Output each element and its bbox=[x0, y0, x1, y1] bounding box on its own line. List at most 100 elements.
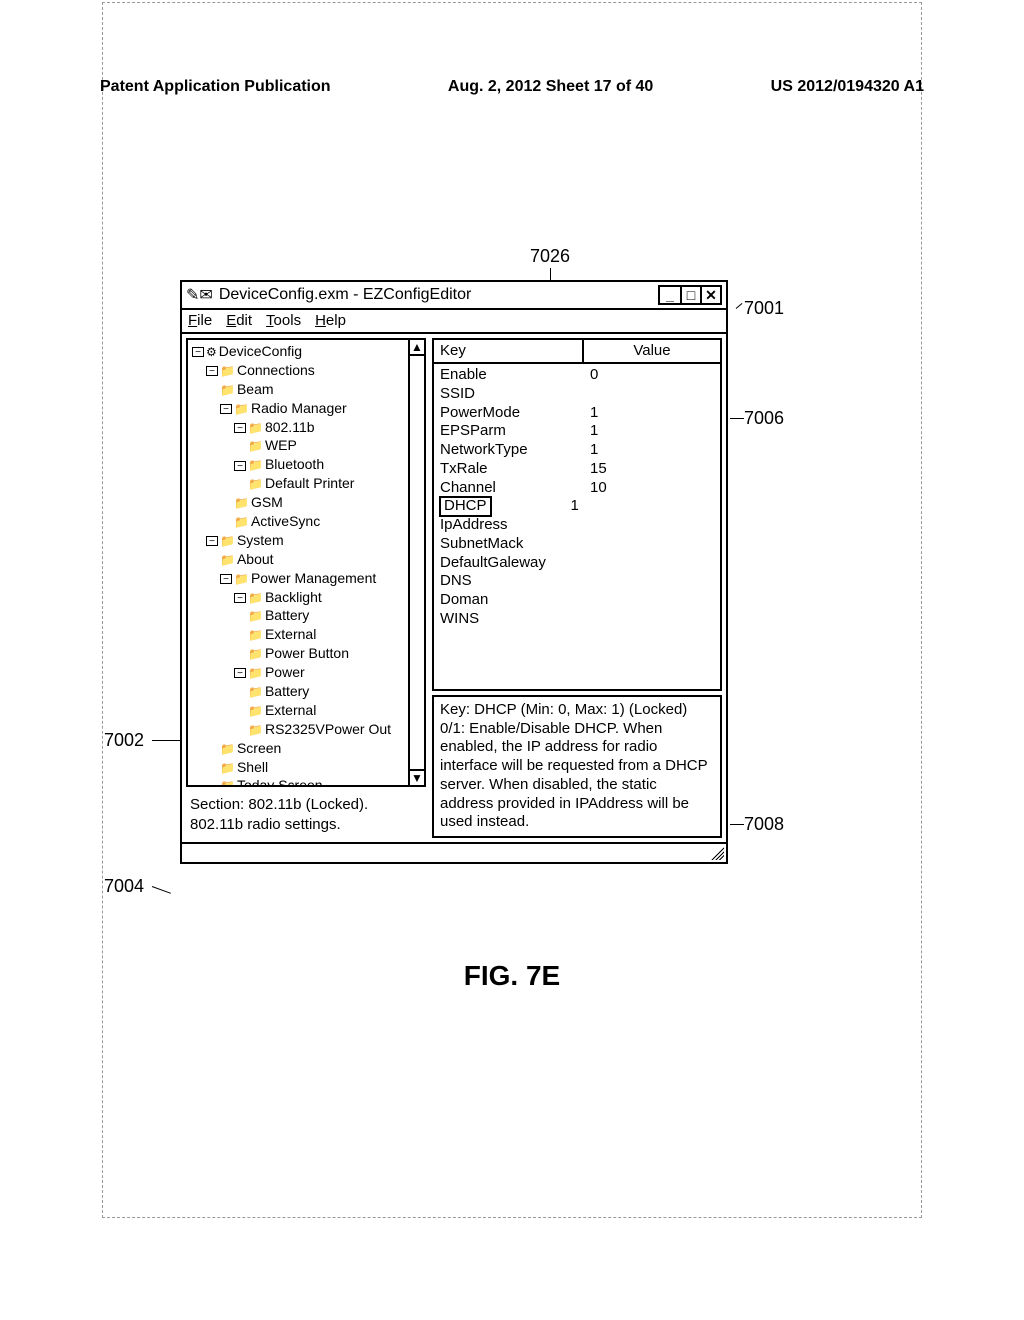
kv-row[interactable]: SubnetMack bbox=[440, 535, 714, 554]
kv-row[interactable]: IpAddress bbox=[440, 516, 714, 535]
kv-row[interactable]: DHCP 1 bbox=[440, 497, 714, 516]
titlebar[interactable]: ✎✉ DeviceConfig.exm - EZConfigEditor _ □… bbox=[182, 282, 726, 310]
tree-beam[interactable]: 📁Beam bbox=[192, 380, 424, 399]
tree-backlight[interactable]: −📁Backlight bbox=[192, 588, 424, 607]
key-value-list[interactable]: Key Value Enable0SSIDPowerMode1EPSParm1N… bbox=[432, 338, 722, 691]
tree-power[interactable]: −📁Power bbox=[192, 663, 424, 682]
tree-power-button[interactable]: 📁Power Button bbox=[192, 644, 424, 663]
tree-battery-1[interactable]: 📁Battery bbox=[192, 606, 424, 625]
callout-7004: 7004 bbox=[104, 876, 144, 897]
kv-value bbox=[590, 610, 714, 629]
kv-value bbox=[590, 591, 714, 610]
kv-value: 1 bbox=[590, 441, 714, 460]
kv-key: NetworkType bbox=[440, 441, 590, 460]
leader-7004 bbox=[152, 886, 171, 894]
kv-key: EPSParm bbox=[440, 422, 590, 441]
tree-default-printer[interactable]: 📁Default Printer bbox=[192, 474, 424, 493]
section-desc-line1: Section: 802.11b (Locked). bbox=[190, 795, 422, 815]
tree-shell[interactable]: 📁Shell bbox=[192, 758, 424, 777]
tree-screen[interactable]: 📁Screen bbox=[192, 739, 424, 758]
tree-today-screen[interactable]: 📁Today Screen bbox=[192, 776, 424, 787]
leader-7001 bbox=[736, 303, 743, 309]
kv-value: 15 bbox=[590, 460, 714, 479]
scroll-up-icon[interactable]: ▲ bbox=[410, 340, 424, 356]
kv-header: Key Value bbox=[434, 340, 720, 364]
page-header: Patent Application Publication Aug. 2, 2… bbox=[100, 78, 924, 96]
leader-7006 bbox=[730, 418, 744, 419]
tree-radio-manager[interactable]: −📁Radio Manager bbox=[192, 399, 424, 418]
section-desc-line2: 802.11b radio settings. bbox=[190, 815, 422, 835]
callout-7006: 7006 bbox=[744, 408, 784, 429]
tree-view[interactable]: −⚙DeviceConfig −📁Connections 📁Beam −📁Rad… bbox=[186, 338, 426, 787]
kv-row[interactable]: TxRale15 bbox=[440, 460, 714, 479]
kv-row[interactable]: DefaultGaleway bbox=[440, 554, 714, 573]
tree-rs232[interactable]: 📁RS2325VPower Out bbox=[192, 720, 424, 739]
window-body: −⚙DeviceConfig −📁Connections 📁Beam −📁Rad… bbox=[182, 334, 726, 842]
figure-label: FIG. 7E bbox=[0, 960, 1024, 992]
kv-row[interactable]: PowerMode1 bbox=[440, 404, 714, 423]
kv-row[interactable]: Enable0 bbox=[440, 366, 714, 385]
kv-key: Enable bbox=[440, 366, 590, 385]
callout-7002: 7002 bbox=[104, 730, 144, 751]
kv-value: 10 bbox=[590, 479, 714, 498]
kv-value bbox=[590, 554, 714, 573]
key-description: Key: DHCP (Min: 0, Max: 1) (Locked) 0/1:… bbox=[432, 695, 722, 838]
figure-7e: 7026 7001 7006 7008 7002 7004 7024 ✎✉ De… bbox=[180, 280, 740, 864]
kv-row[interactable]: DNS bbox=[440, 572, 714, 591]
kv-value: 1 bbox=[571, 497, 714, 516]
tree-activesync[interactable]: 📁ActiveSync bbox=[192, 512, 424, 531]
app-icon: ✎✉ bbox=[186, 285, 213, 305]
tree-bluetooth[interactable]: −📁Bluetooth bbox=[192, 455, 424, 474]
kv-value: 0 bbox=[590, 366, 714, 385]
kv-value bbox=[590, 535, 714, 554]
tree-root[interactable]: −⚙DeviceConfig bbox=[192, 342, 424, 361]
close-button[interactable]: ✕ bbox=[700, 287, 720, 303]
tree-connections[interactable]: −📁Connections bbox=[192, 361, 424, 380]
callout-7026: 7026 bbox=[530, 246, 570, 267]
kv-row[interactable]: WINS bbox=[440, 610, 714, 629]
leader-7002 bbox=[152, 740, 180, 741]
menu-edit[interactable]: Edit bbox=[226, 312, 252, 330]
kv-row[interactable]: Channel10 bbox=[440, 479, 714, 498]
kv-row[interactable]: Doman bbox=[440, 591, 714, 610]
tree-external-2[interactable]: 📁External bbox=[192, 701, 424, 720]
tree-wep[interactable]: 📁WEP bbox=[192, 436, 424, 455]
tree-battery-2[interactable]: 📁Battery bbox=[192, 682, 424, 701]
col-header-key[interactable]: Key bbox=[434, 340, 584, 362]
tree-power-mgmt[interactable]: −📁Power Management bbox=[192, 569, 424, 588]
kv-row[interactable]: EPSParm1 bbox=[440, 422, 714, 441]
menu-file[interactable]: File bbox=[188, 312, 212, 330]
menu-tools[interactable]: Tools bbox=[266, 312, 301, 330]
tree-gsm[interactable]: 📁GSM bbox=[192, 493, 424, 512]
tree-system[interactable]: −📁System bbox=[192, 531, 424, 550]
tree-about[interactable]: 📁About bbox=[192, 550, 424, 569]
kv-key: DNS bbox=[440, 572, 590, 591]
resize-grip-icon[interactable] bbox=[708, 844, 724, 860]
window-title: DeviceConfig.exm - EZConfigEditor bbox=[219, 286, 658, 304]
kv-key: Channel bbox=[440, 479, 590, 498]
callout-7001: 7001 bbox=[744, 298, 784, 319]
kv-key: DefaultGaleway bbox=[440, 554, 590, 573]
kv-rows: Enable0SSIDPowerMode1EPSParm1NetworkType… bbox=[434, 364, 720, 631]
app-window: ✎✉ DeviceConfig.exm - EZConfigEditor _ □… bbox=[180, 280, 728, 864]
kv-row[interactable]: SSID bbox=[440, 385, 714, 404]
kv-value: 1 bbox=[590, 422, 714, 441]
scroll-down-icon[interactable]: ▼ bbox=[410, 769, 424, 785]
menu-help[interactable]: Help bbox=[315, 312, 346, 330]
tree-external-1[interactable]: 📁External bbox=[192, 625, 424, 644]
statusbar bbox=[182, 842, 726, 862]
window-system-buttons: _ □ ✕ bbox=[658, 285, 722, 305]
kv-value: 1 bbox=[590, 404, 714, 423]
kv-key: SSID bbox=[440, 385, 590, 404]
kv-key: DHCP bbox=[440, 497, 491, 516]
tree-scrollbar[interactable]: ▲ ▼ bbox=[408, 340, 424, 785]
section-description: Section: 802.11b (Locked). 802.11b radio… bbox=[182, 791, 430, 842]
kv-value bbox=[590, 385, 714, 404]
col-header-value[interactable]: Value bbox=[584, 340, 720, 362]
kv-row[interactable]: NetworkType1 bbox=[440, 441, 714, 460]
maximize-button[interactable]: □ bbox=[680, 287, 700, 303]
callout-7008: 7008 bbox=[744, 814, 784, 835]
minimize-button[interactable]: _ bbox=[660, 287, 680, 303]
pub-type: Patent Application Publication bbox=[100, 78, 331, 96]
tree-80211b[interactable]: −📁802.11b bbox=[192, 418, 424, 437]
